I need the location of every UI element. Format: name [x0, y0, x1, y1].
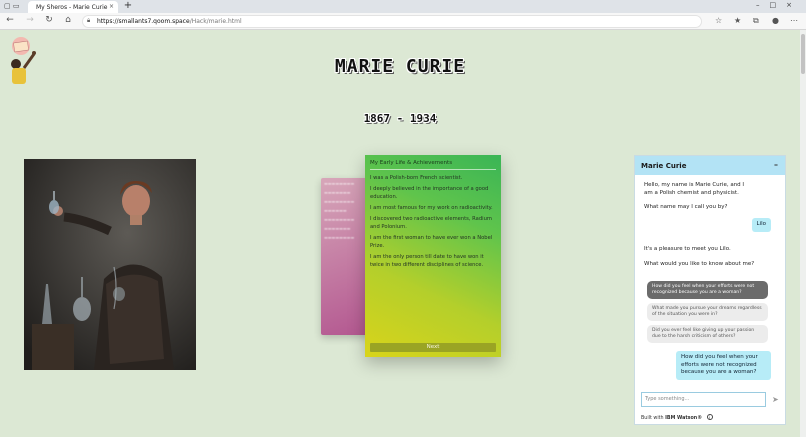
chat-widget: Marie Curie – Hello, my name is Marie Cu… [634, 155, 786, 425]
background-card-text: ▬▬▬▬▬▬▬▬ [324, 199, 355, 204]
new-tab-button[interactable]: + [122, 1, 134, 12]
card-fact: I was a Polish-born French scientist. [370, 175, 463, 181]
background-card-text: ▬▬▬▬▬▬ [324, 208, 347, 213]
next-button[interactable]: Next [370, 343, 496, 352]
tab-actions-icon[interactable]: ▢ ▭ [4, 2, 19, 10]
url-host: https://smallants7.qoom.space [97, 18, 190, 25]
page-scrollbar[interactable] [800, 30, 806, 437]
built-prefix: Built with [641, 416, 664, 421]
url-path: /Hack/marie.html [189, 18, 242, 25]
chat-title: Marie Curie [641, 161, 687, 170]
card-fact: I am the first woman to have ever won a … [370, 235, 493, 249]
lock-icon: 🔒︎ [87, 17, 91, 24]
background-card-text: ▬▬▬▬▬▬▬ [324, 190, 351, 195]
page-title: MARIE CURIE [334, 56, 466, 77]
collections-icon[interactable]: ★ [734, 16, 741, 25]
bot-message: What name may I call you by? [644, 204, 728, 210]
chat-header: Marie Curie – [635, 156, 785, 175]
bot-message: What would you like to know about me? [644, 261, 755, 267]
card-fact: I discovered two radioactive elements, R… [370, 216, 492, 230]
marie-curie-portrait [24, 159, 196, 370]
profile-icon[interactable]: ● [772, 16, 779, 25]
chat-option[interactable]: What made you pursue your dreams regardl… [647, 303, 768, 321]
tab-title: My Sheros - Marie Curie [36, 3, 108, 11]
back-arrow-icon[interactable]: ← [4, 15, 16, 25]
background-card: ▬▬▬▬▬▬▬▬ ▬▬▬▬▬▬▬ ▬▬▬▬▬▬▬▬ ▬▬▬▬▬▬ ▬▬▬▬▬▬▬… [321, 178, 371, 335]
bot-message: It's a pleasure to meet you Lilo. [644, 246, 731, 252]
browser-tabbar: ▢ ▭ My Sheros - Marie Curie × + –□× [0, 0, 806, 13]
bot-message: Hello, my name is Marie Curie, and I am … [644, 182, 745, 196]
background-card-text: ▬▬▬▬▬▬▬ [324, 226, 351, 231]
browser-toolbar: ← → ↻ ⌂ 🔒︎ https://smallants7.qoom.space… [0, 13, 806, 30]
window-controls[interactable]: –□× [756, 1, 802, 9]
card-fact: I deeply believed in the importance of a… [370, 186, 489, 200]
forward-arrow-icon[interactable]: → [24, 15, 36, 25]
scrollbar-thumb[interactable] [801, 34, 805, 74]
home-icon[interactable]: ⌂ [62, 15, 74, 25]
background-card-text: ▬▬▬▬▬▬▬▬ [324, 181, 355, 186]
browser-tab[interactable]: My Sheros - Marie Curie × [28, 1, 118, 13]
user-message: Lilo [751, 218, 771, 232]
background-card-text: ▬▬▬▬▬▬▬▬ [324, 217, 355, 222]
achievements-card: My Early Life & Achievements I was a Pol… [365, 155, 501, 357]
background-card-text: ▬▬▬▬▬▬▬▬ [324, 235, 355, 240]
chat-option-selected[interactable]: How did you feel when your efforts were … [647, 281, 768, 299]
send-icon[interactable]: ➤ [772, 395, 779, 404]
chat-input[interactable]: Type something... [641, 392, 766, 407]
built-brand: IBM Watson® [665, 416, 703, 421]
refresh-icon[interactable]: ↻ [43, 15, 55, 25]
card-title: My Early Life & Achievements [370, 160, 496, 170]
menu-icon[interactable]: ⋯ [790, 16, 798, 25]
favorites-icon[interactable]: ☆ [715, 16, 722, 25]
user-message: How did you feel when your efforts were … [676, 351, 771, 380]
address-bar[interactable]: 🔒︎ https://smallants7.qoom.space/Hack/ma… [82, 15, 702, 28]
info-icon[interactable]: i [706, 414, 713, 420]
card-fact: I am the only person till date to have w… [370, 254, 484, 268]
minimize-icon[interactable]: – [774, 160, 778, 169]
collections-icon[interactable]: ⧉ [753, 16, 759, 26]
chat-option[interactable]: Did you ever feel like giving up your pa… [647, 325, 768, 343]
tab-close-icon[interactable]: × [109, 3, 114, 10]
card-fact: I am most famous for my work on radioact… [370, 205, 493, 211]
built-with-note: Built with IBM Watson® i [641, 414, 713, 421]
lifespan-years: 1867 - 1934 [363, 112, 437, 125]
